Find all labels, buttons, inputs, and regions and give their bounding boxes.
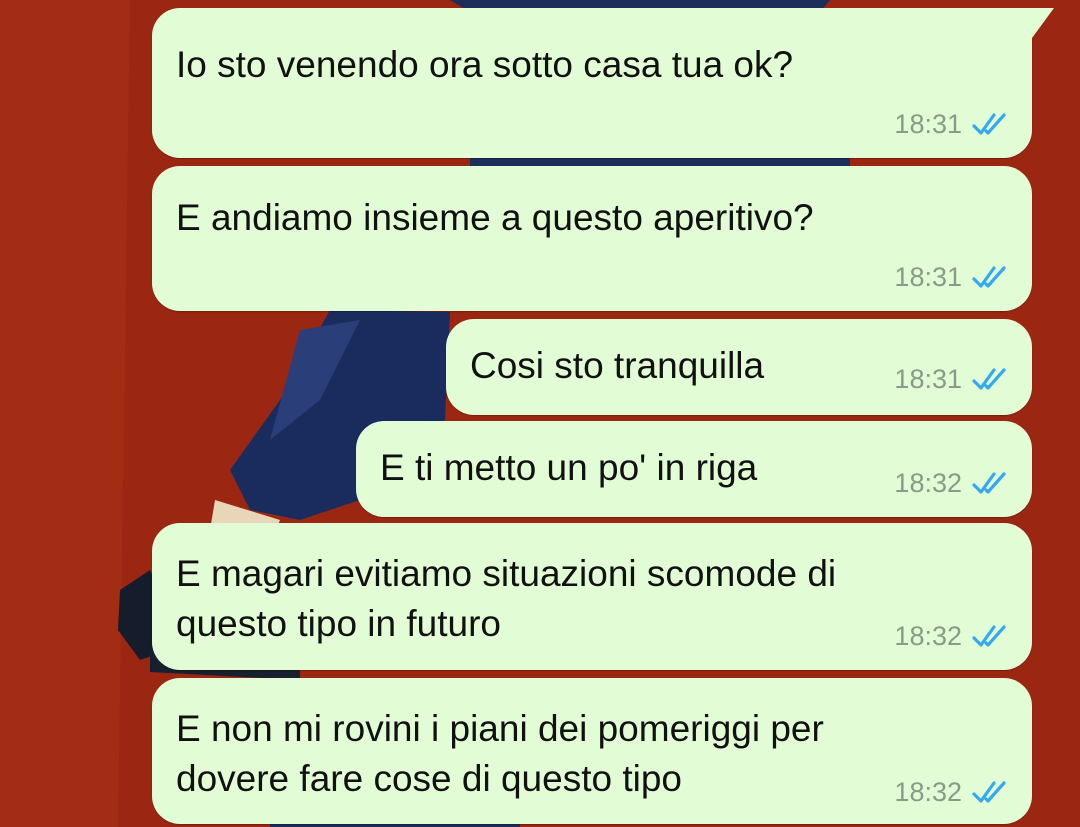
message-bubble[interactable]: E andiamo insieme a questo aperitivo? 18:… — [152, 166, 1032, 311]
message-meta: 18:31 — [894, 262, 1012, 293]
message-timestamp: 18:31 — [894, 109, 962, 139]
message-text: E andiamo insieme a questo aperitivo? — [176, 197, 814, 238]
message-bubble[interactable]: E ti metto un po' in riga 18:32 — [356, 421, 1032, 517]
message-meta: 18:32 — [894, 777, 1012, 808]
message-text: E ti metto un po' in riga — [380, 447, 758, 488]
read-double-check-icon — [972, 367, 1012, 393]
read-double-check-icon — [972, 265, 1012, 291]
bubble-tail — [1032, 8, 1054, 38]
message-timestamp: 18:31 — [894, 262, 962, 292]
message-timestamp: 18:32 — [894, 468, 962, 498]
message-bubble[interactable]: Io sto venendo ora sotto casa tua ok? 18:… — [152, 8, 1054, 158]
message-meta: 18:32 — [894, 468, 1012, 499]
read-double-check-icon — [972, 471, 1012, 497]
message-bubble[interactable]: E non mi rovini i piani dei pomeriggi pe… — [152, 678, 1032, 824]
message-bubble[interactable]: E magari evitiamo situazioni scomode di … — [152, 523, 1032, 670]
message-meta: 18:31 — [894, 364, 1012, 395]
message-timestamp: 18:32 — [894, 777, 962, 807]
message-timestamp: 18:31 — [894, 364, 962, 394]
message-bubble[interactable]: Cosi sto tranquilla 18:31 — [446, 319, 1032, 415]
read-double-check-icon — [972, 112, 1012, 138]
message-text: E non mi rovini i piani dei pomeriggi pe… — [176, 708, 824, 799]
message-text: E magari evitiamo situazioni scomode di … — [176, 553, 837, 644]
message-timestamp: 18:32 — [894, 621, 962, 651]
read-double-check-icon — [972, 624, 1012, 650]
message-meta: 18:32 — [894, 621, 1012, 652]
message-text: Cosi sto tranquilla — [470, 345, 765, 386]
message-text: Io sto venendo ora sotto casa tua ok? — [176, 44, 794, 85]
read-double-check-icon — [972, 780, 1012, 806]
message-meta: 18:31 — [894, 109, 1012, 140]
